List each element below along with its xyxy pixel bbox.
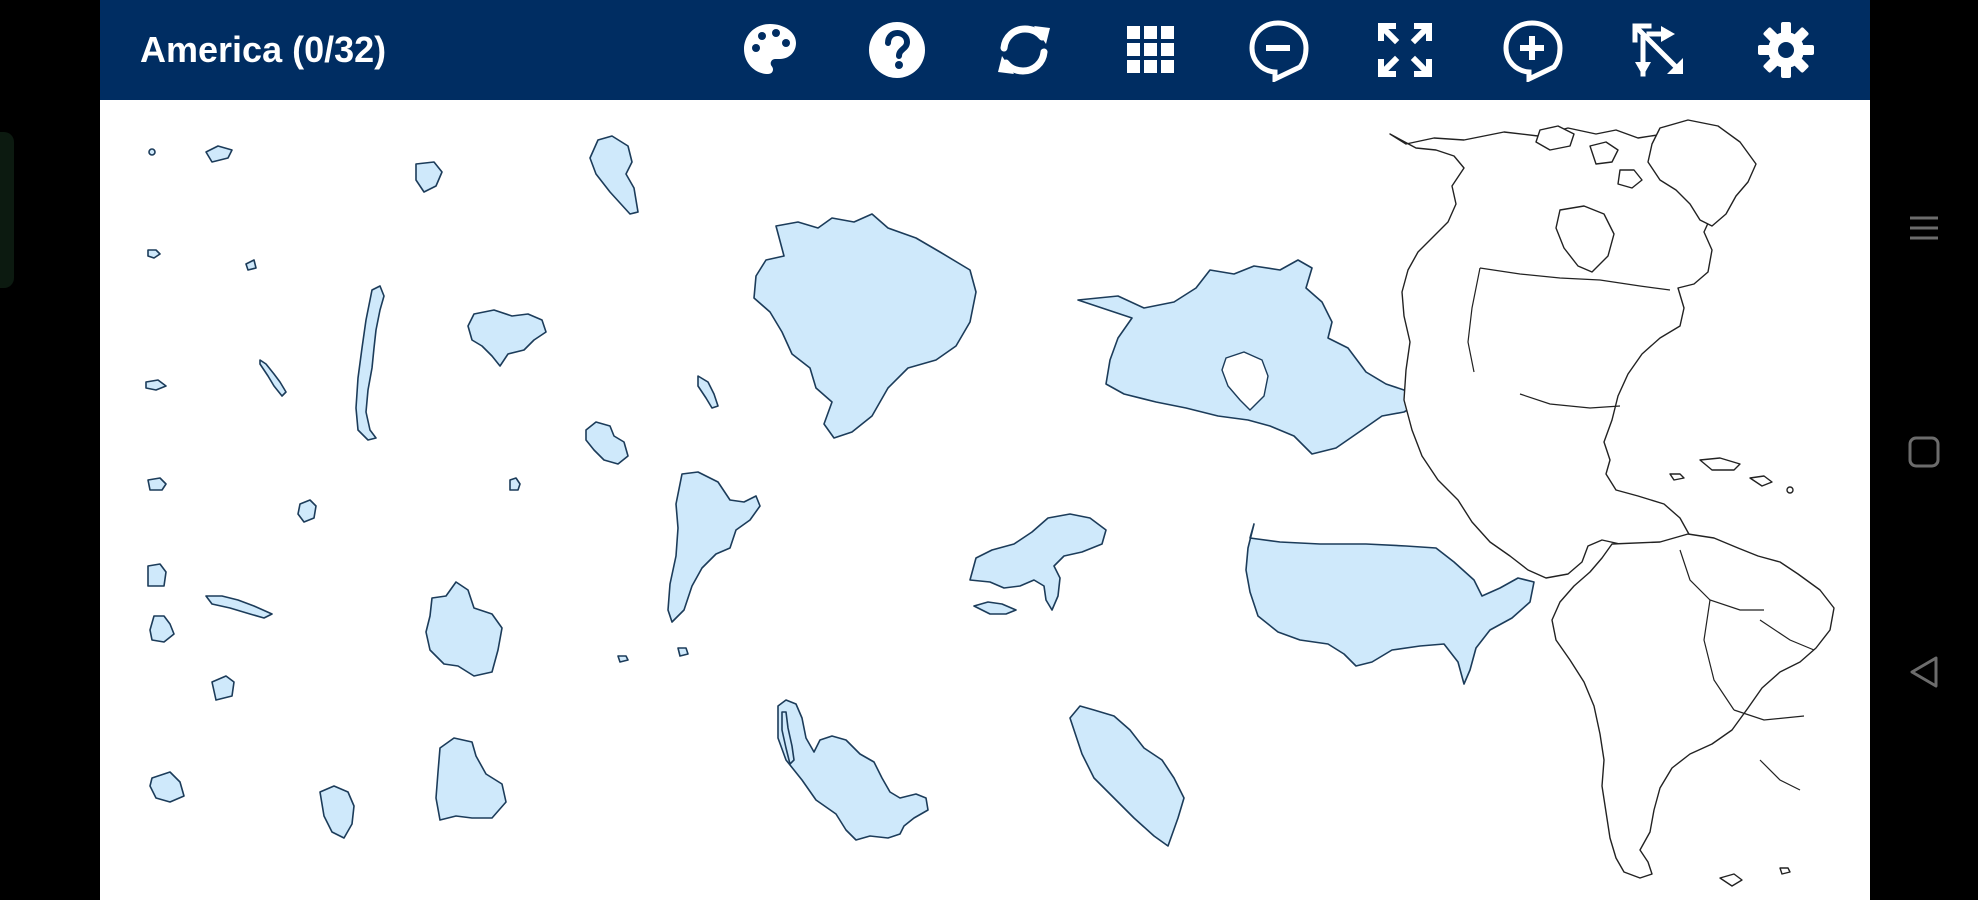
piece-paraguay[interactable] [319,785,355,839]
target-map-americas [1389,119,1835,887]
grid-icon [1127,26,1174,73]
piece-small-island-6[interactable] [149,615,175,643]
piece-small-island-4[interactable] [147,563,167,587]
grid-button[interactable] [1115,14,1187,86]
piece-small-island-1[interactable] [205,145,233,163]
piece-tiny-island-5[interactable] [259,359,287,397]
help-icon [869,22,925,78]
piece-argentina[interactable] [667,471,761,623]
piece-venezuela[interactable] [467,309,547,367]
piece-small-island-7[interactable] [211,675,235,701]
puzzle-board[interactable] [100,100,1870,900]
zoom-in-icon [1503,20,1563,82]
piece-tiny-island-7[interactable] [509,477,521,491]
back-icon [1910,656,1938,688]
puzzle-canvas [145,119,1835,887]
edge-panel-handle[interactable] [0,132,14,288]
home-icon [1908,436,1940,468]
piece-tiny-island-4[interactable] [145,379,167,391]
refresh-button[interactable] [988,14,1060,86]
piece-tiny-island-8[interactable] [677,647,689,657]
piece-panama[interactable] [1069,705,1185,847]
top-toolbar: America (0/32) [100,0,1870,100]
settings-icon [1758,22,1814,78]
piece-mexico[interactable] [777,699,929,841]
palette-button[interactable] [734,14,806,86]
piece-bolivia[interactable] [435,737,507,821]
zoom-out-icon [1249,20,1309,82]
zoom-in-button[interactable] [1496,14,1568,86]
piece-tiny-island-2[interactable] [147,249,161,259]
piece-small-country-1[interactable] [415,161,443,193]
piece-tiny-island-6[interactable] [147,477,167,491]
piece-colombia[interactable] [425,581,503,677]
device-screen: America (0/32) [0,0,1978,900]
home-button[interactable] [1896,424,1952,480]
menu-icon [1910,216,1938,240]
settings-button[interactable] [1750,14,1822,86]
piece-tiny-island-1[interactable] [148,148,156,156]
piece-guyana[interactable] [585,421,629,465]
piece-cuba[interactable] [969,513,1107,611]
fullscreen-icon [1378,23,1432,77]
back-button[interactable] [1896,644,1952,700]
piece-uruguay[interactable] [149,771,185,803]
piece-peru[interactable] [589,135,639,215]
piece-usa[interactable] [1245,523,1535,685]
left-system-edge [0,0,100,900]
fullscreen-button[interactable] [1369,14,1441,86]
system-navigation-bar [1870,0,1978,900]
refresh-icon [998,25,1050,75]
recents-button[interactable] [1896,200,1952,256]
piece-tiny-island-9[interactable] [617,655,629,663]
piece-small-island-5[interactable] [205,595,273,619]
piece-small-country-2[interactable] [697,375,719,409]
piece-chile[interactable] [355,285,385,441]
piece-small-island-2[interactable] [297,499,317,523]
shuffle-icon [1632,23,1683,77]
page-title: America (0/32) [140,29,387,70]
help-button[interactable] [861,14,933,86]
puzzle-app: America (0/32) [100,0,1870,900]
palette-icon [744,24,796,74]
shuffle-button[interactable] [1623,14,1695,86]
zoom-out-button[interactable] [1242,14,1314,86]
piece-tiny-island-3[interactable] [245,259,257,271]
piece-brazil[interactable] [753,213,977,439]
piece-small-island-3[interactable] [973,601,1017,615]
